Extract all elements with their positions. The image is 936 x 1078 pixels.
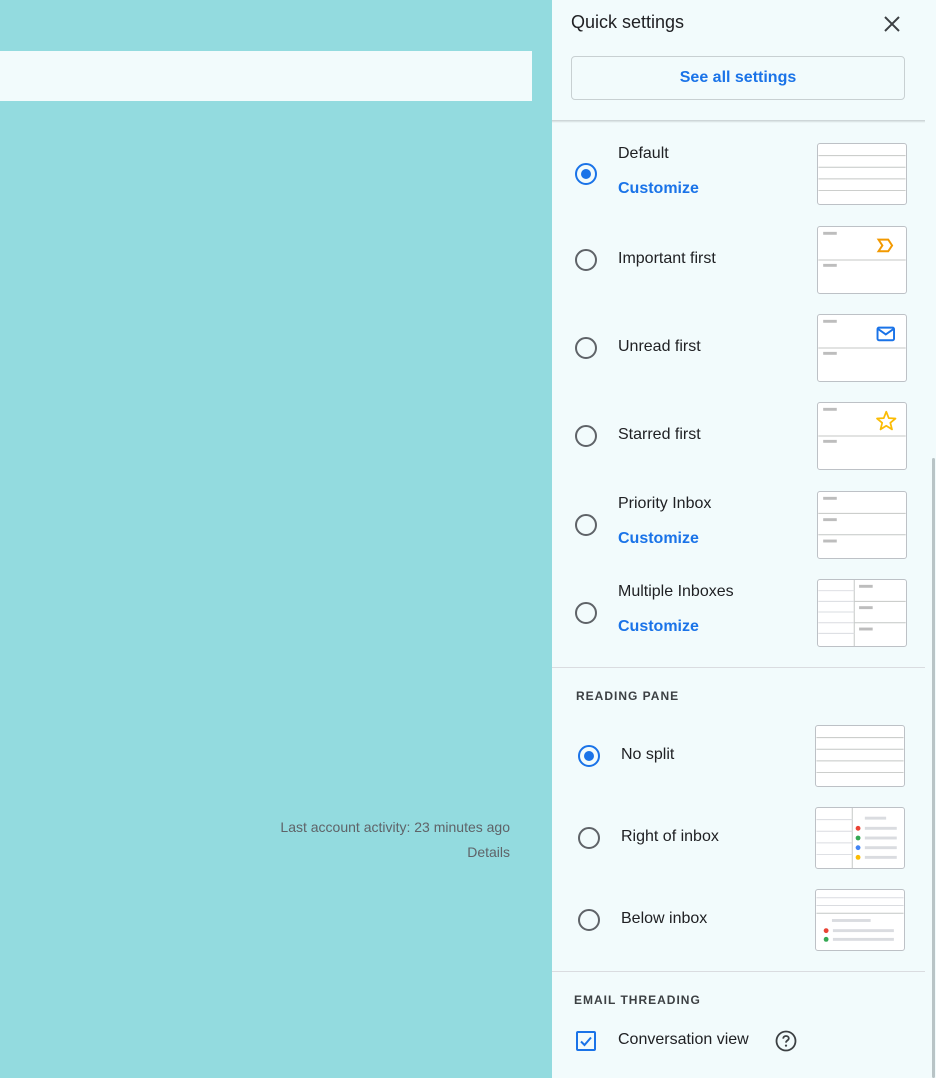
option-right-of-inbox-label: Right of inbox bbox=[621, 828, 719, 845]
reading-pane-title: READING PANE bbox=[576, 689, 680, 703]
important-first-thumbnail bbox=[817, 226, 907, 294]
radio-right-of-inbox[interactable] bbox=[578, 827, 600, 849]
radio-priority-inbox[interactable] bbox=[575, 514, 597, 536]
see-all-settings-button[interactable]: See all settings bbox=[571, 56, 905, 100]
conversation-view-label: Conversation view bbox=[618, 1031, 749, 1048]
multiple-inboxes-thumbnail bbox=[817, 579, 907, 647]
option-starred-first-label: Starred first bbox=[618, 426, 701, 443]
header-divider bbox=[552, 120, 925, 123]
option-multiple-inboxes-label: Multiple Inboxes bbox=[618, 583, 734, 600]
option-priority-inbox-label: Priority Inbox bbox=[618, 495, 712, 512]
priority-inbox-thumbnail bbox=[817, 491, 907, 559]
customize-multiple-inboxes-link[interactable]: Customize bbox=[618, 618, 699, 636]
radio-multiple-inboxes[interactable] bbox=[575, 602, 597, 624]
default-thumbnail bbox=[817, 143, 907, 205]
unread-first-thumbnail bbox=[817, 314, 907, 382]
conversation-view-checkbox[interactable] bbox=[576, 1031, 596, 1051]
activity-text: Last account activity: 23 minutes ago bbox=[280, 819, 510, 835]
email-threading-title: EMAIL THREADING bbox=[574, 993, 701, 1007]
customize-priority-inbox-link[interactable]: Customize bbox=[618, 530, 699, 548]
importance-marker-icon bbox=[876, 238, 894, 253]
radio-below-inbox[interactable] bbox=[578, 909, 600, 931]
below-inbox-thumbnail bbox=[815, 889, 905, 951]
option-no-split-label: No split bbox=[621, 746, 675, 763]
right-of-inbox-thumbnail bbox=[815, 807, 905, 869]
help-icon[interactable] bbox=[775, 1030, 797, 1052]
scrollbar-thumb[interactable] bbox=[932, 458, 935, 1078]
details-link[interactable]: Details bbox=[280, 840, 510, 865]
starred-first-thumbnail bbox=[817, 402, 907, 470]
radio-default[interactable] bbox=[575, 163, 597, 185]
section-divider bbox=[552, 667, 925, 668]
option-default-label: Default bbox=[618, 145, 669, 162]
no-split-thumbnail bbox=[815, 725, 905, 787]
quick-settings-panel: Quick settings See all settings Default … bbox=[552, 0, 925, 1078]
checkmark-icon bbox=[580, 1036, 592, 1047]
radio-no-split[interactable] bbox=[578, 745, 600, 767]
option-below-inbox-label: Below inbox bbox=[621, 910, 708, 927]
radio-important-first[interactable] bbox=[575, 249, 597, 271]
radio-starred-first[interactable] bbox=[575, 425, 597, 447]
option-unread-first-label: Unread first bbox=[618, 338, 701, 355]
search-bar-area[interactable] bbox=[0, 51, 532, 101]
panel-title: Quick settings bbox=[571, 12, 685, 32]
star-icon bbox=[876, 410, 897, 431]
section-divider bbox=[552, 971, 925, 972]
account-activity: Last account activity: 23 minutes ago De… bbox=[280, 815, 510, 865]
customize-default-link[interactable]: Customize bbox=[618, 180, 699, 198]
envelope-icon bbox=[876, 326, 896, 342]
option-important-first-label: Important first bbox=[618, 250, 716, 267]
radio-unread-first[interactable] bbox=[575, 337, 597, 359]
close-icon[interactable] bbox=[880, 12, 904, 36]
